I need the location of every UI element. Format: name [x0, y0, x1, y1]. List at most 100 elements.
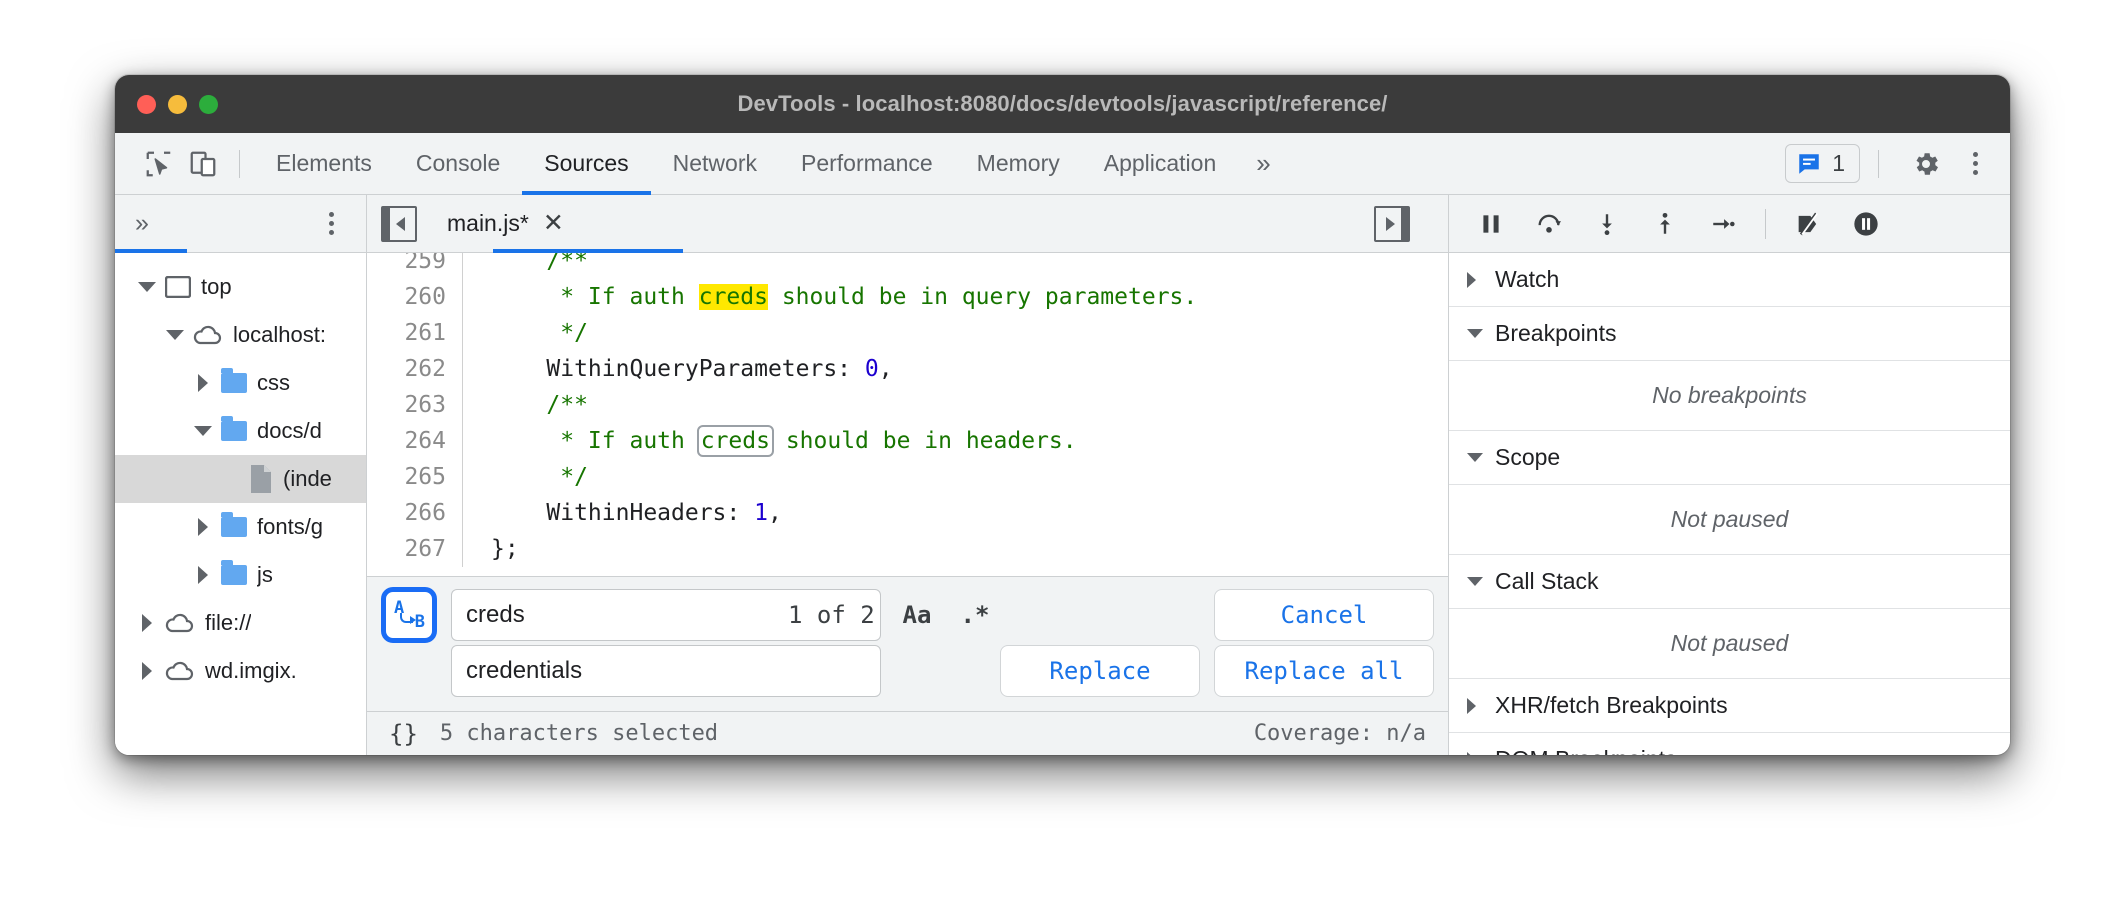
tree-item-js[interactable]: js [115, 551, 366, 599]
navigator-menu-icon[interactable] [315, 212, 348, 235]
cancel-button[interactable]: Cancel [1214, 589, 1434, 641]
section-scope[interactable]: Scope [1449, 431, 2010, 485]
step-over-icon [1535, 210, 1563, 238]
step-button[interactable] [1697, 201, 1749, 247]
breakpoints-empty-message: No breakpoints [1449, 361, 2010, 431]
close-window-button[interactable] [137, 95, 156, 114]
line-number: 259 [367, 253, 463, 279]
tab-label: Performance [801, 150, 933, 177]
twisty-open-icon[interactable] [193, 426, 213, 436]
twisty-closed-icon[interactable] [137, 614, 157, 632]
tab-sources[interactable]: Sources [522, 133, 650, 194]
collapse-sidebar-icon[interactable] [381, 206, 417, 242]
line-number: 261 [367, 315, 463, 351]
line-text: WithinQueryParameters: 0, [463, 356, 893, 382]
navigator-toolbar: » [115, 195, 366, 253]
devtools-window: DevTools - localhost:8080/docs/devtools/… [115, 75, 2010, 755]
section-title: Call Stack [1495, 568, 1599, 595]
twisty-closed-icon[interactable] [193, 566, 213, 584]
tab-network[interactable]: Network [651, 133, 779, 194]
pretty-print-icon[interactable]: {} [389, 720, 418, 748]
step-into-button[interactable] [1581, 201, 1633, 247]
search-input[interactable] [452, 590, 788, 640]
section-watch[interactable]: Watch [1449, 253, 2010, 307]
twisty-closed-icon [1467, 752, 1483, 756]
toolbar-divider-2 [1878, 150, 1879, 178]
window-title: DevTools - localhost:8080/docs/devtools/… [115, 91, 2010, 117]
twisty-open-icon[interactable] [137, 282, 157, 292]
line-number: 262 [367, 351, 463, 387]
tree-item-label: (inde [283, 466, 332, 492]
tree-item-wd-imgix[interactable]: wd.imgix. [115, 647, 366, 695]
pause-on-exceptions-button[interactable] [1840, 201, 1892, 247]
line-number: 266 [367, 495, 463, 531]
tab-performance[interactable]: Performance [779, 133, 955, 194]
replace-ab-icon[interactable]: A B [381, 587, 437, 643]
replace-field-wrapper [451, 645, 881, 697]
step-icon [1709, 211, 1737, 237]
search-field-wrapper: 1 of 2 [451, 589, 881, 641]
twisty-closed-icon[interactable] [193, 374, 213, 392]
tree-item-docs[interactable]: docs/d [115, 407, 366, 455]
tab-label: Console [416, 150, 500, 177]
minimize-window-button[interactable] [168, 95, 187, 114]
code-editor[interactable]: 259 /** 260 * If auth creds should be in… [367, 253, 1448, 755]
more-options-icon[interactable] [1959, 152, 1992, 175]
tree-item-top[interactable]: top [115, 263, 366, 311]
section-title: Breakpoints [1495, 320, 1616, 347]
message-count-badge[interactable]: 1 [1785, 144, 1860, 183]
replace-input[interactable] [452, 646, 880, 696]
section-title: Scope [1495, 444, 1560, 471]
code-segment: , [768, 500, 782, 526]
tree-item-fonts[interactable]: fonts/g [115, 503, 366, 551]
twisty-closed-icon[interactable] [137, 662, 157, 680]
resume-button[interactable] [1465, 201, 1517, 247]
tree-item-css[interactable]: css [115, 359, 366, 407]
replace-all-button[interactable]: Replace all [1214, 645, 1434, 697]
device-toolbar-icon[interactable] [181, 142, 225, 186]
title-bar: DevTools - localhost:8080/docs/devtools/… [115, 75, 2010, 133]
maximize-window-button[interactable] [199, 95, 218, 114]
navigator-more-icon[interactable]: » [135, 209, 146, 238]
step-over-button[interactable] [1523, 201, 1575, 247]
expand-sidebar-icon[interactable] [1374, 206, 1448, 242]
coverage-label: Coverage: n/a [1254, 721, 1426, 746]
line-number: 265 [367, 459, 463, 495]
line-text: }; [463, 536, 519, 562]
step-out-button[interactable] [1639, 201, 1691, 247]
line-number: 263 [367, 387, 463, 423]
more-tabs-icon[interactable]: » [1238, 148, 1285, 179]
tab-application[interactable]: Application [1082, 133, 1239, 194]
code-segment: should be in headers. [772, 428, 1077, 454]
section-xhr-fetch-breakpoints[interactable]: XHR/fetch Breakpoints [1449, 679, 2010, 733]
twisty-closed-icon[interactable] [193, 518, 213, 536]
code-segment: should be in query parameters. [768, 284, 1197, 310]
deactivate-breakpoints-button[interactable] [1782, 201, 1834, 247]
tab-memory[interactable]: Memory [955, 133, 1082, 194]
tree-item-index[interactable]: (inde [115, 455, 366, 503]
tab-console[interactable]: Console [394, 133, 522, 194]
tree-item-file-protocol[interactable]: file:// [115, 599, 366, 647]
regex-button[interactable]: .* [953, 601, 997, 629]
section-call-stack[interactable]: Call Stack [1449, 555, 2010, 609]
gear-icon[interactable] [1897, 149, 1955, 179]
section-breakpoints[interactable]: Breakpoints [1449, 307, 2010, 361]
folder-icon [221, 373, 247, 393]
replace-button[interactable]: Replace [1000, 645, 1200, 697]
code-segment: WithinQueryParameters: [491, 356, 865, 382]
file-tab-label: main.js* [447, 210, 529, 237]
devtools-body: » top [115, 195, 2010, 755]
file-tab-main-js[interactable]: main.js* ✕ [437, 210, 574, 237]
tree-item-localhost[interactable]: localhost: [115, 311, 366, 359]
search-match: creds [699, 427, 772, 455]
close-icon[interactable]: ✕ [543, 211, 564, 236]
section-dom-breakpoints[interactable]: DOM Breakpoints [1449, 733, 2010, 755]
twisty-open-icon [1467, 453, 1483, 462]
tree-item-label: js [257, 562, 273, 588]
twisty-open-icon[interactable] [165, 330, 185, 340]
code-line: 264 * If auth creds should be in headers… [367, 423, 1448, 459]
tab-elements[interactable]: Elements [254, 133, 394, 194]
code-line: 262 WithinQueryParameters: 0, [367, 351, 1448, 387]
inspect-cursor-icon[interactable] [137, 142, 181, 186]
match-case-button[interactable]: Aa [895, 601, 939, 629]
